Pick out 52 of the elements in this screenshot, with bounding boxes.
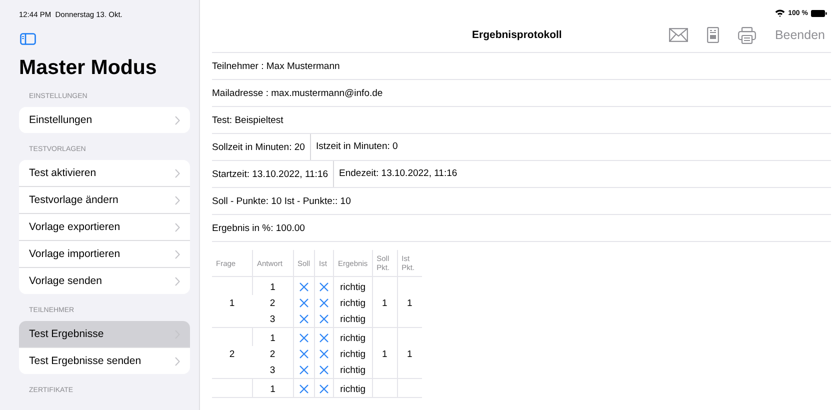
table-cell: richtig (334, 362, 372, 378)
table-cell: 1 (372, 328, 398, 378)
table-cell: richtig (334, 276, 372, 295)
info-text: Mailadresse : max.mustermann@info.de (212, 88, 383, 98)
table-cell: 3 (252, 362, 293, 378)
table-cell: 2 (212, 328, 252, 378)
chevron-icon (175, 356, 180, 366)
chevron-icon (175, 250, 180, 258)
table-cell: 3 (252, 311, 293, 328)
table-cell: 1 (212, 276, 252, 328)
chevron-icon (175, 168, 180, 178)
sidebar-item[interactable]: Test Ergebnisse senden (19, 347, 190, 374)
table-cell: 1 (252, 276, 293, 295)
table-cell: richtig (334, 295, 372, 311)
chevron-icon (175, 196, 180, 204)
sidebar-item[interactable]: Vorlage importieren (19, 240, 190, 267)
info-text: Soll - Punkte: 10 Ist - Punkte:: 10 (212, 196, 351, 206)
table-cell: 1 (372, 276, 398, 328)
table-cell: 2 (252, 295, 293, 311)
info-text: Teilnehmer : Max Mustermann (212, 60, 340, 72)
info-text: Istzeit in Minuten: 0 (310, 134, 398, 160)
sidebar-item[interactable]: Testvorlage ändern (19, 186, 190, 213)
sidebar-item[interactable]: Test Ergebnisse (19, 321, 190, 347)
chevron-icon (175, 116, 180, 124)
sidebar-item[interactable]: Vorlage exportieren (19, 213, 190, 240)
info-text: Sollzeit in Minuten: 20 (212, 142, 305, 152)
battery-icon (811, 10, 827, 16)
document-icon[interactable] (706, 27, 719, 43)
table-cell: 1 (252, 378, 293, 398)
table-cell: richtig (334, 311, 372, 328)
sidebar-toggle-icon[interactable] (20, 33, 36, 45)
table-cell: 1 (397, 276, 422, 328)
printer-icon[interactable] (738, 26, 756, 44)
info-text: Ergebnis in %: 100.00 (212, 222, 305, 234)
table-cell: richtig (334, 378, 372, 398)
sidebar-item[interactable]: Einstellungen (19, 107, 190, 133)
table-cell: richtig (334, 328, 372, 346)
table-cell: richtig (334, 346, 372, 362)
info-text: Startzeit: 13.10.2022, 11:16 (212, 168, 328, 180)
wifi-icon (775, 9, 786, 17)
mail-icon[interactable] (668, 28, 688, 42)
chevron-icon (175, 222, 180, 232)
info-text: Endezeit: 13.10.2022, 11:16 (333, 161, 458, 187)
chevron-icon (175, 276, 180, 286)
sidebar-title: Master Modus (19, 56, 158, 80)
page-title: Ergebnisprotokoll (472, 29, 562, 41)
table-cell: 1 (397, 328, 422, 378)
sidebar-item[interactable]: Test aktivieren (19, 160, 190, 186)
table-cell: 1 (252, 328, 293, 346)
sidebar-item[interactable]: Vorlage senden (19, 267, 190, 294)
info-text: Test: Beispieltest (212, 114, 284, 126)
table-cell: 2 (252, 346, 293, 362)
